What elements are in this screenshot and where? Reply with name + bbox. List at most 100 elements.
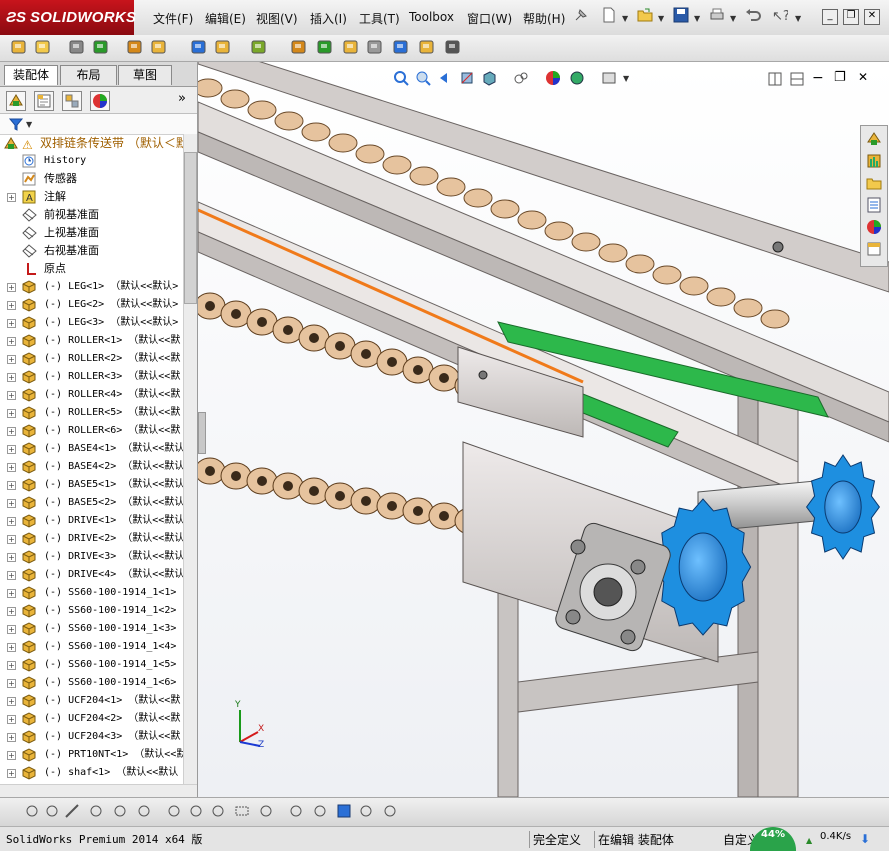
view-settings-icon[interactable] <box>601 70 617 89</box>
tree-item[interactable]: 原点 <box>0 260 183 278</box>
tree-component[interactable]: + (-) UCF204<1> （默认<<默 <box>0 692 183 710</box>
tree-component[interactable]: + (-) LEG<3> （默认<<默认> <box>0 314 183 332</box>
expand-toggle-icon[interactable]: + <box>7 571 16 580</box>
chevron-down-icon[interactable]: ▼ <box>694 14 700 23</box>
chevron-down-icon[interactable]: ▼ <box>730 14 736 23</box>
chevron-down-icon[interactable]: ▼ <box>658 14 664 23</box>
appearances-scenes-icon[interactable] <box>865 218 883 236</box>
trim-icon[interactable] <box>112 803 128 819</box>
exploded-line-icon[interactable] <box>316 38 334 56</box>
file-explorer-icon[interactable] <box>865 174 883 192</box>
appearance-icon[interactable] <box>545 70 561 89</box>
tree-component[interactable]: + (-) UCF204<3> （默认<<默 <box>0 728 183 746</box>
tree-item[interactable]: History <box>0 152 183 170</box>
tree-component[interactable]: + (-) BASE5<1> （默认<<默认 <box>0 476 183 494</box>
new-document-button[interactable] <box>600 6 620 26</box>
point-icon[interactable] <box>24 803 40 819</box>
rectangle-icon[interactable] <box>234 803 250 819</box>
expand-toggle-icon[interactable]: + <box>7 697 16 706</box>
tree-component[interactable]: + (-) ROLLER<5> （默认<<默 <box>0 404 183 422</box>
table-view-icon[interactable] <box>382 803 398 819</box>
offset-icon[interactable] <box>210 803 226 819</box>
previous-view-icon[interactable] <box>437 70 453 89</box>
circle-icon[interactable] <box>44 803 60 819</box>
expand-toggle-icon[interactable]: + <box>7 463 16 472</box>
tree-component[interactable]: + (-) SS60-100-1914_1<3> <box>0 620 183 638</box>
expand-toggle-icon[interactable]: + <box>7 427 16 436</box>
tree-component[interactable]: + (-) SS60-100-1914_1<2> <box>0 602 183 620</box>
pin-icon[interactable] <box>572 6 592 26</box>
tree-component[interactable]: + (-) ROLLER<2> （默认<<默 <box>0 350 183 368</box>
open-folder-icon[interactable] <box>34 38 52 56</box>
tree-component[interactable]: + (-) DRIVE<1> （默认<<默认 <box>0 512 183 530</box>
menu-edit[interactable]: 编辑(E) <box>205 10 246 27</box>
zoom-area-icon[interactable] <box>415 70 431 89</box>
panel-collapse-handle[interactable] <box>198 412 206 454</box>
tree-component[interactable]: + (-) SS60-100-1914_1<6> <box>0 674 183 692</box>
mate-icon[interactable] <box>92 38 110 56</box>
expand-toggle-icon[interactable]: + <box>7 445 16 454</box>
filter-icon[interactable] <box>8 116 24 135</box>
menu-insert[interactable]: 插入(I) <box>310 10 347 27</box>
tree-item[interactable]: 传感器 <box>0 170 183 188</box>
chevron-right-icon[interactable]: » <box>178 91 186 106</box>
capture-icon[interactable] <box>444 38 462 56</box>
flexible-icon[interactable] <box>366 38 384 56</box>
tree-component[interactable]: + (-) BASE5<2> （默认<<默认 <box>0 494 183 512</box>
section-view-icon[interactable] <box>459 70 475 89</box>
interference-icon[interactable] <box>392 38 410 56</box>
shaded-view-icon[interactable] <box>336 803 352 819</box>
print-button[interactable] <box>708 6 728 26</box>
tree-component[interactable]: + (-) ROLLER<1> （默认<<默 <box>0 332 183 350</box>
expand-toggle-icon[interactable]: + <box>7 319 16 328</box>
grid-icon[interactable] <box>258 803 274 819</box>
expand-toggle-icon[interactable]: + <box>7 535 16 544</box>
tree-component[interactable]: + (-) SS60-100-1914_1<4> <box>0 638 183 656</box>
expand-toggle-icon[interactable]: + <box>7 517 16 526</box>
configuration-manager-tab-icon[interactable] <box>62 91 82 111</box>
chevron-down-icon[interactable]: ▼ <box>795 14 801 23</box>
tree-component[interactable]: + (-) PRT10NT<1> （默认<<默 <box>0 746 183 764</box>
view-palette-icon[interactable] <box>865 196 883 214</box>
expand-toggle-icon[interactable]: + <box>7 769 16 778</box>
restore-button[interactable]: ❐ <box>843 9 859 25</box>
measure-icon[interactable] <box>418 38 436 56</box>
tree-component[interactable]: + (-) LEG<1> （默认<<默认> <box>0 278 183 296</box>
expand-toggle-icon[interactable]: + <box>7 373 16 382</box>
tree-horizontal-scrollbar[interactable] <box>0 784 197 798</box>
tree-component[interactable]: + (-) SS60-100-1914_1<5> <box>0 656 183 674</box>
scrollbar-thumb[interactable] <box>184 152 197 304</box>
expand-toggle-icon[interactable]: + <box>7 355 16 364</box>
tab-sketch[interactable]: 草图 <box>118 65 172 85</box>
tree-component[interactable]: + (-) DRIVE<3> （默认<<默认 <box>0 548 183 566</box>
expand-toggle-icon[interactable]: + <box>7 643 16 652</box>
conveyor-model-render[interactable] <box>198 62 889 797</box>
expand-toggle-icon[interactable]: + <box>7 751 16 760</box>
graphics-viewport[interactable]: ▼ − ❐ ✕ Y X Z <box>198 62 889 797</box>
minimize-button[interactable]: _ <box>822 9 838 25</box>
expand-toggle-icon[interactable]: + <box>7 301 16 310</box>
expand-toggle-icon[interactable]: + <box>7 337 16 346</box>
assembly-features-icon[interactable] <box>190 38 208 56</box>
tree-component[interactable]: + (-) SS60-100-1914_1<1> <box>0 584 183 602</box>
explode-view-icon[interactable] <box>290 38 308 56</box>
move-component-icon[interactable] <box>214 38 232 56</box>
tree-component[interactable]: + (-) BASE4<1> （默认<<默认 <box>0 440 183 458</box>
menu-window[interactable]: 窗口(W) <box>467 10 512 27</box>
view-minimize-icon[interactable]: − <box>812 70 824 86</box>
view-restore-icon[interactable]: ❐ <box>834 70 846 85</box>
design-library-icon[interactable] <box>865 152 883 170</box>
tree-component[interactable]: + (-) ROLLER<4> （默认<<默 <box>0 386 183 404</box>
help-pointer-icon[interactable]: ↖? <box>770 6 790 26</box>
magic-wand-icon[interactable] <box>250 38 268 56</box>
chevron-down-icon[interactable]: ▼ <box>26 120 32 129</box>
wireframe-view-icon[interactable] <box>358 803 374 819</box>
chamfer-icon[interactable] <box>188 803 204 819</box>
tree-component[interactable]: + (-) ROLLER<6> （默认<<默 <box>0 422 183 440</box>
fillet-icon[interactable] <box>166 803 182 819</box>
tab-assembly[interactable]: 装配体 <box>4 65 58 85</box>
custom-properties-icon[interactable] <box>865 240 883 258</box>
expand-toggle-icon[interactable]: + <box>7 283 16 292</box>
view-orientation-icon[interactable] <box>481 70 497 89</box>
tree-component[interactable]: + (-) DRIVE<4> （默认<<默认 <box>0 566 183 584</box>
